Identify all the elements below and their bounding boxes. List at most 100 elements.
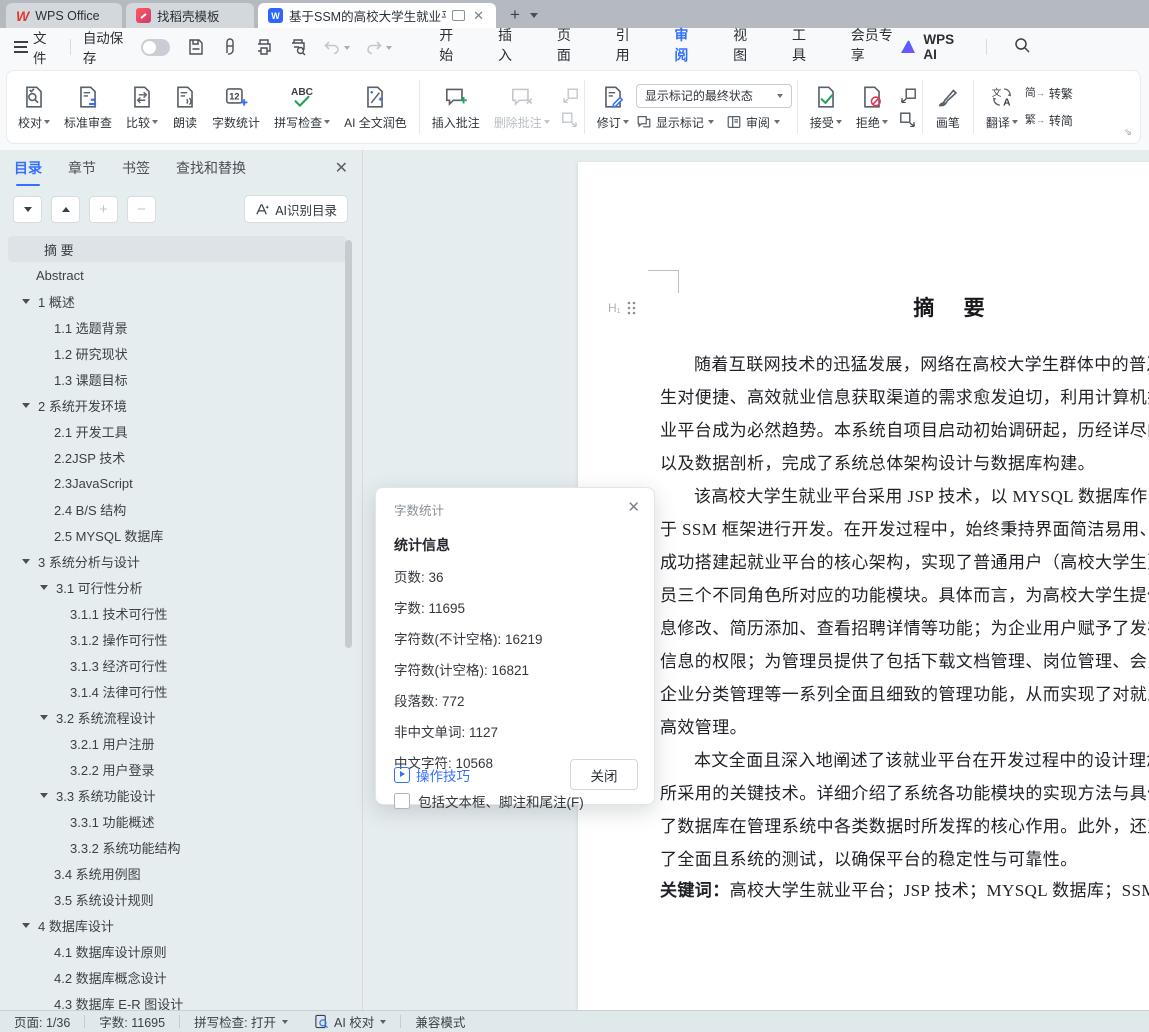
checkbox[interactable]: [394, 793, 410, 809]
track-changes-button[interactable]: 修订: [590, 81, 636, 134]
demote-heading-button[interactable]: −: [127, 196, 156, 223]
toc-collapse-caret-icon[interactable]: [40, 793, 48, 802]
print-preview-button[interactable]: [288, 37, 308, 57]
review-panes-button[interactable]: 审阅: [726, 114, 780, 131]
translate-button[interactable]: 文A 翻译: [979, 81, 1025, 134]
toc-item[interactable]: 3.3.1 功能概述: [0, 808, 354, 834]
caret-down-icon: [774, 120, 780, 127]
previous-change-icon[interactable]: [899, 87, 917, 103]
include-footnotes-row[interactable]: 包括文本框、脚注和尾注(F): [394, 791, 636, 811]
toc-item[interactable]: 3.1.2 操作可行性: [0, 626, 354, 652]
next-change-icon[interactable]: [899, 111, 917, 127]
toc-item[interactable]: 3.4 系统用例图: [0, 860, 354, 886]
toc-item[interactable]: 3.1.1 技术可行性: [0, 600, 354, 626]
toc-item[interactable]: 3.1 可行性分析: [0, 574, 354, 600]
toc-item[interactable]: 3.2.1 用户注册: [0, 730, 354, 756]
delete-comment-button[interactable]: 删除批注: [487, 81, 557, 134]
toc-item[interactable]: 2.1 开发工具: [0, 418, 354, 444]
dialog-close-icon[interactable]: ✕: [627, 498, 640, 516]
autosave-toggle[interactable]: [141, 39, 171, 56]
to-simplified-button[interactable]: 繁→ 转简: [1025, 112, 1073, 129]
toc-item[interactable]: 4 数据库设计: [0, 912, 354, 938]
tab-template-store[interactable]: 找稻壳模板: [126, 3, 254, 28]
toc-item[interactable]: 3 系统分析与设计: [0, 548, 354, 574]
toc-item[interactable]: 4.2 数据库概念设计: [0, 964, 354, 990]
svg-text:A: A: [1003, 97, 1011, 108]
toc-collapse-caret-icon[interactable]: [40, 715, 48, 724]
promote-heading-button[interactable]: +: [89, 196, 118, 223]
search-icon[interactable]: [1013, 36, 1031, 59]
collapse-heading-button[interactable]: [13, 196, 42, 223]
standard-review-button[interactable]: 标准审查: [57, 81, 119, 134]
toc-collapse-caret-icon[interactable]: [40, 585, 48, 594]
toc-item[interactable]: 3.2 系统流程设计: [0, 704, 354, 730]
toc-item-label: 3 系统分析与设计: [38, 552, 140, 571]
detach-window-icon[interactable]: [452, 10, 465, 21]
toc-item[interactable]: Abstract: [0, 262, 354, 288]
proofing-button[interactable]: 校对: [11, 81, 57, 134]
insert-comment-button[interactable]: 插入批注: [425, 81, 487, 134]
doc-line: 本文全面且深入地阐述了该就业平台在开发过程中的设计理念、: [694, 746, 1149, 771]
toc-item[interactable]: 2.4 B/S 结构: [0, 496, 354, 522]
toc-collapse-caret-icon[interactable]: [22, 923, 30, 932]
ribbon-expand-icon[interactable]: ⇘: [1124, 127, 1132, 138]
tips-link[interactable]: 操作技巧: [394, 765, 470, 785]
ai-proof-status[interactable]: AI 校对: [314, 1012, 386, 1031]
expand-heading-button[interactable]: [51, 196, 80, 223]
toc-item[interactable]: 2.2JSP 技术: [0, 444, 354, 470]
panel-tab-3[interactable]: 查找和替换: [176, 158, 246, 186]
compare-button[interactable]: 比较: [119, 81, 165, 134]
ink-pen-button[interactable]: 画笔: [928, 81, 968, 134]
ai-recognize-toc-button[interactable]: AI识别目录: [244, 195, 348, 223]
spell-check-button[interactable]: ABC 拼写检查: [267, 81, 337, 134]
page-indicator[interactable]: 页面: 1/36: [14, 1012, 70, 1031]
close-button[interactable]: 关闭: [570, 759, 638, 790]
redo-button[interactable]: [364, 37, 392, 57]
read-aloud-button[interactable]: 朗读: [165, 81, 205, 134]
toc-item[interactable]: 2.3JavaScript: [0, 470, 354, 496]
toc-item[interactable]: 3.3.2 系统功能结构: [0, 834, 354, 860]
to-traditional-button[interactable]: 简→ 转繁: [1025, 85, 1073, 102]
spell-check-status[interactable]: 拼写检查: 打开: [194, 1012, 288, 1031]
toc-item[interactable]: 1.3 课题目标: [0, 366, 354, 392]
toc-item[interactable]: 3.1.3 经济可行性: [0, 652, 354, 678]
toc-collapse-caret-icon[interactable]: [22, 559, 30, 568]
word-count-button[interactable]: 12 字数统计: [205, 81, 267, 134]
toc-item[interactable]: 3.1.4 法律可行性: [0, 678, 354, 704]
toc-item[interactable]: 4.3 数据库 E-R 图设计: [0, 990, 354, 1010]
undo-button[interactable]: [322, 37, 350, 57]
toc-item[interactable]: 1.2 研究现状: [0, 340, 354, 366]
export-pdf-button[interactable]: [220, 37, 240, 57]
accept-change-button[interactable]: 接受: [803, 81, 849, 134]
toc-item[interactable]: 3.3 系统功能设计: [0, 782, 354, 808]
toc-item[interactable]: 4.1 数据库设计原则: [0, 938, 354, 964]
show-markup-button[interactable]: 显示标记: [636, 114, 714, 131]
toc-item-label: Abstract: [36, 268, 84, 283]
previous-comment-icon[interactable]: [561, 87, 579, 103]
panel-tab-0[interactable]: 目录: [14, 158, 42, 186]
toc-item[interactable]: 3.2.2 用户登录: [0, 756, 354, 782]
toc-item[interactable]: 1 概述: [0, 288, 354, 314]
file-menu[interactable]: 文件: [33, 27, 58, 67]
panel-tab-2[interactable]: 书签: [122, 158, 150, 186]
toc-collapse-caret-icon[interactable]: [22, 403, 30, 412]
document-page[interactable]: H₁ 摘 要 随着互联网技术的迅猛发展，网络在高校大学生群体中的普及程生对便捷、…: [578, 162, 1149, 1010]
tab-wps-office[interactable]: W WPS Office: [6, 3, 122, 28]
reject-change-button[interactable]: 拒绝: [849, 81, 895, 134]
next-comment-icon[interactable]: [561, 111, 579, 127]
ai-polish-button[interactable]: AI 全文润色: [337, 81, 414, 134]
print-button[interactable]: [254, 37, 274, 57]
panel-scrollbar[interactable]: [345, 240, 352, 648]
word-count-indicator[interactable]: 字数: 11695: [99, 1012, 165, 1031]
toc-item[interactable]: 1.1 选题背景: [0, 314, 354, 340]
save-button[interactable]: [186, 37, 206, 57]
wps-ai-button[interactable]: WPS AI: [899, 32, 960, 62]
toc-item[interactable]: 3.5 系统设计规则: [0, 886, 354, 912]
toc-collapse-caret-icon[interactable]: [22, 299, 30, 308]
panel-tab-1[interactable]: 章节: [68, 158, 96, 186]
markup-state-dropdown[interactable]: 显示标记的最终状态: [636, 84, 792, 108]
panel-close-icon[interactable]: ✕: [335, 158, 348, 178]
toc-item[interactable]: 2.5 MYSQL 数据库: [0, 522, 354, 548]
toc-item[interactable]: 摘 要: [8, 236, 346, 262]
toc-item[interactable]: 2 系统开发环境: [0, 392, 354, 418]
